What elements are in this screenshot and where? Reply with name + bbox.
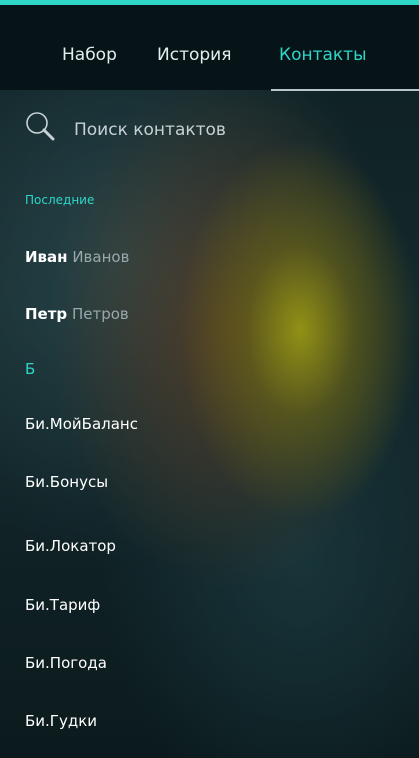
search-placeholder: Поиск контактов xyxy=(74,120,226,140)
section-letter-header: Б xyxy=(25,360,36,378)
contact-first-name: Петр xyxy=(25,305,68,323)
contact-item[interactable]: Би.Гудки xyxy=(25,712,97,730)
contact-item[interactable]: Би.МойБаланс xyxy=(25,415,138,433)
tab-dial[interactable]: Набор xyxy=(62,45,117,65)
contact-item[interactable]: Би.Локатор xyxy=(25,537,116,555)
contact-first-name: Иван xyxy=(25,248,68,266)
section-recent-header: Последние xyxy=(25,193,95,207)
contact-last-name: Петров xyxy=(71,305,129,323)
tab-contacts[interactable]: Контакты xyxy=(279,45,367,65)
search-icon xyxy=(26,112,55,141)
contact-item[interactable]: Би.Бонусы xyxy=(25,473,108,491)
search-field[interactable]: Поиск контактов xyxy=(22,108,402,148)
tab-history[interactable]: История xyxy=(157,45,231,65)
active-tab-indicator xyxy=(271,89,419,91)
contact-item[interactable]: Би.Погода xyxy=(25,654,107,672)
contact-last-name: Иванов xyxy=(72,248,130,266)
tab-bar: Набор История Контакты xyxy=(0,5,419,91)
contact-item[interactable]: Иван Иванов xyxy=(25,248,129,266)
contact-item[interactable]: Петр Петров xyxy=(25,305,129,323)
contact-item[interactable]: Би.Тариф xyxy=(25,596,100,614)
